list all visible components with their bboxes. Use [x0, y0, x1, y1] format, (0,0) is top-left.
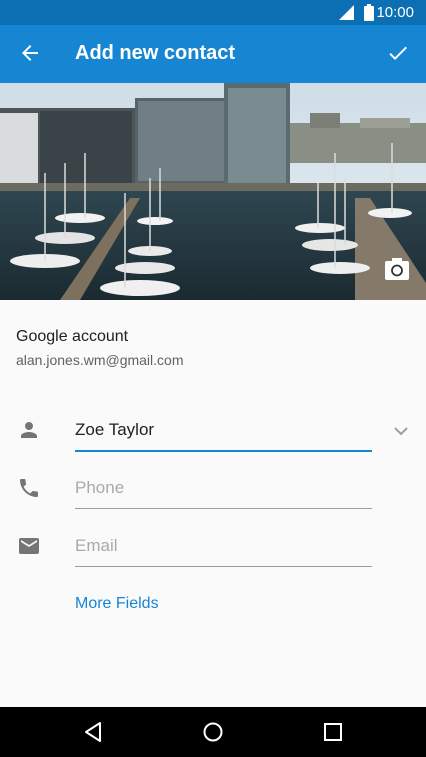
battery-icon [364, 4, 374, 21]
triangle-back-icon[interactable] [82, 720, 106, 744]
camera-icon[interactable] [385, 258, 409, 280]
phone-icon [20, 479, 38, 497]
status-time: 10:00 [376, 4, 414, 21]
chevron-down-icon[interactable] [391, 421, 411, 441]
page-title: Add new contact [75, 42, 236, 64]
signal-icon [339, 5, 354, 20]
contact-photo[interactable] [0, 83, 426, 300]
person-icon [21, 422, 37, 438]
check-icon[interactable] [386, 41, 410, 65]
status-bar: 10:00 [0, 0, 426, 25]
name-field[interactable]: Zoe Taylor [75, 410, 372, 452]
account-label: Google account [16, 328, 129, 345]
system-nav-bar [0, 707, 426, 757]
mail-icon [19, 538, 39, 554]
circle-home-icon[interactable] [201, 720, 225, 744]
square-recents-icon[interactable] [321, 720, 345, 744]
phone-field-placeholder: Phone [75, 478, 125, 497]
email-field[interactable]: Email [75, 526, 372, 567]
more-fields-button[interactable]: More Fields [75, 595, 159, 613]
email-field-placeholder: Email [75, 536, 118, 555]
phone-field[interactable]: Phone [75, 468, 372, 509]
arrow-back-icon[interactable] [18, 41, 42, 65]
app-bar: Add new contact [0, 25, 426, 83]
account-email: alan.jones.wm@gmail.com [16, 352, 184, 368]
account-section: Google account alan.jones.wm@gmail.com [16, 328, 184, 368]
name-field-value: Zoe Taylor [75, 420, 155, 439]
